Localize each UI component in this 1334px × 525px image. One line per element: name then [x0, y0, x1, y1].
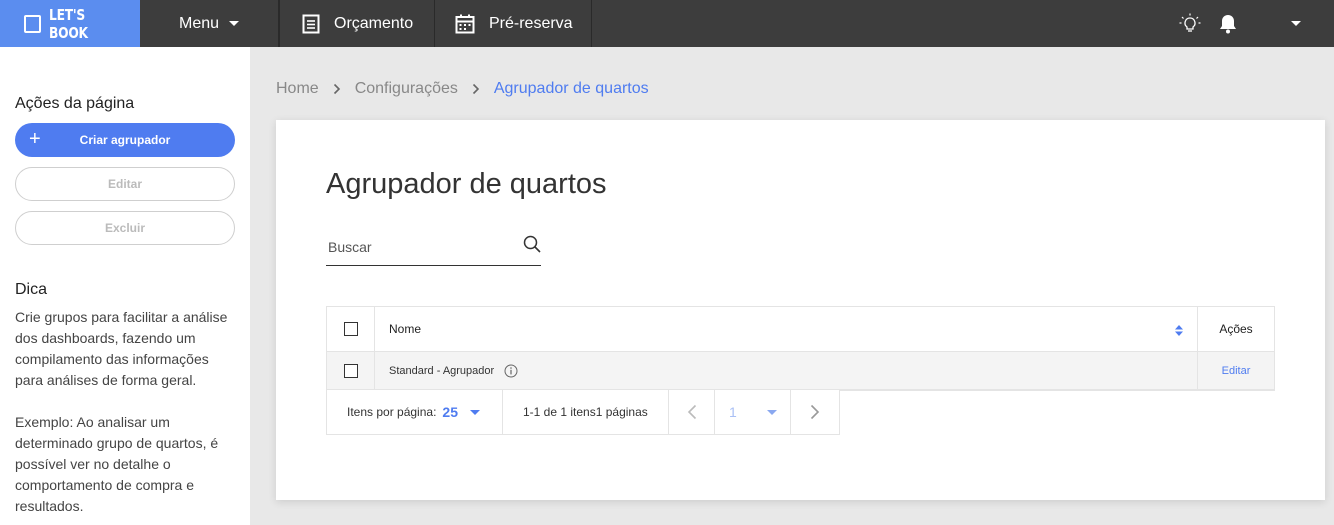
info-icon[interactable] [504, 364, 518, 378]
name-column-header[interactable]: Nome [375, 307, 1198, 351]
sort-icon[interactable] [1175, 325, 1183, 336]
edit-label: Editar [107, 177, 142, 191]
breadcrumb-settings[interactable]: Configurações [355, 80, 458, 98]
next-page-button[interactable] [791, 390, 839, 434]
pagination-range: 1-1 de 1 itens1 páginas [503, 390, 669, 434]
create-group-button[interactable]: + Criar agrupador [15, 123, 235, 157]
current-page: 1 [729, 404, 737, 420]
tip-title: Dica [15, 281, 48, 298]
chevron-right-icon [333, 83, 341, 95]
pagination-range-text: 1-1 de 1 itens1 páginas [523, 405, 648, 419]
header-check-cell [327, 307, 375, 351]
select-all-checkbox[interactable] [343, 322, 358, 336]
previous-page-button[interactable] [669, 390, 715, 434]
search-icon[interactable] [523, 235, 541, 253]
top-navigation-bar: LET'S BOOK Menu Orçamento Pré-reserva [0, 0, 1334, 47]
caret-down-icon [766, 409, 777, 415]
create-group-label: Criar agrupador [79, 133, 171, 147]
plus-icon: + [29, 128, 41, 150]
brand-logo[interactable]: LET'S BOOK [0, 0, 140, 47]
nav-orcamento-label: Orçamento [334, 14, 414, 32]
menu-dropdown[interactable]: Menu [140, 0, 279, 47]
table-header-row: Nome Ações [327, 307, 1274, 352]
items-per-page: Itens por página: 25 [327, 390, 503, 434]
delete-button[interactable]: Excluir [15, 211, 235, 245]
tip-example-paragraph: Exemplo: Ao analisar um determinado grup… [15, 414, 219, 514]
chevron-right-icon [810, 404, 820, 420]
tip-text: Crie grupos para facilitar a análise dos… [15, 307, 237, 517]
user-menu-caret-icon[interactable] [1291, 21, 1301, 26]
row-edit-link[interactable]: Editar [1222, 365, 1251, 377]
pagination: Itens por página: 25 1-1 de 1 itens1 pág… [326, 390, 840, 435]
groups-table: Nome Ações Standard - Agrupador Editar [326, 306, 1275, 391]
top-right-actions [1179, 0, 1334, 47]
bell-icon[interactable] [1219, 14, 1237, 34]
name-column-label: Nome [389, 322, 422, 336]
nav-orcamento[interactable]: Orçamento [279, 0, 435, 47]
document-icon [302, 14, 320, 34]
main-card: Agrupador de quartos Nome Ações [276, 120, 1325, 500]
lightbulb-icon[interactable] [1179, 13, 1201, 35]
page-actions-title: Ações da página [15, 95, 135, 112]
caret-down-icon[interactable] [469, 409, 480, 415]
calendar-icon [455, 14, 475, 34]
items-per-page-select[interactable]: 25 [442, 404, 458, 420]
row-checkbox[interactable] [343, 363, 358, 378]
brand-name: LET'S BOOK [49, 5, 89, 42]
edit-button[interactable]: Editar [15, 167, 235, 201]
actions-column-header: Ações [1198, 307, 1274, 351]
nav-pre-reserva-label: Pré-reserva [489, 14, 573, 32]
page-title: Agrupador de quartos [326, 168, 607, 200]
row-check-cell [327, 352, 375, 389]
nav-pre-reserva[interactable]: Pré-reserva [435, 0, 592, 47]
delete-label: Excluir [104, 221, 146, 235]
chevron-right-icon [472, 83, 480, 95]
row-actions-cell: Editar [1198, 352, 1274, 389]
breadcrumb-home[interactable]: Home [276, 80, 319, 98]
items-per-page-label: Itens por página: [347, 405, 437, 419]
tip-paragraph: Crie grupos para facilitar a análise dos… [15, 309, 228, 388]
logo-square-icon [24, 14, 42, 33]
breadcrumb-current: Agrupador de quartos [493, 80, 649, 97]
caret-down-icon [229, 21, 240, 26]
search-box [326, 232, 541, 266]
page-select[interactable]: 1 [715, 390, 791, 434]
actions-column-label: Ações [1219, 322, 1253, 336]
table-row: Standard - Agrupador Editar [327, 352, 1274, 390]
breadcrumb: Home Configurações Agrupador de quartos [276, 80, 649, 98]
chevron-left-icon [687, 404, 697, 420]
sidebar: Ações da página + Criar agrupador Editar… [0, 47, 250, 525]
row-name: Standard - Agrupador [389, 364, 495, 377]
row-name-cell: Standard - Agrupador [375, 352, 1198, 389]
menu-label: Menu [178, 14, 220, 32]
search-input[interactable] [328, 234, 508, 260]
